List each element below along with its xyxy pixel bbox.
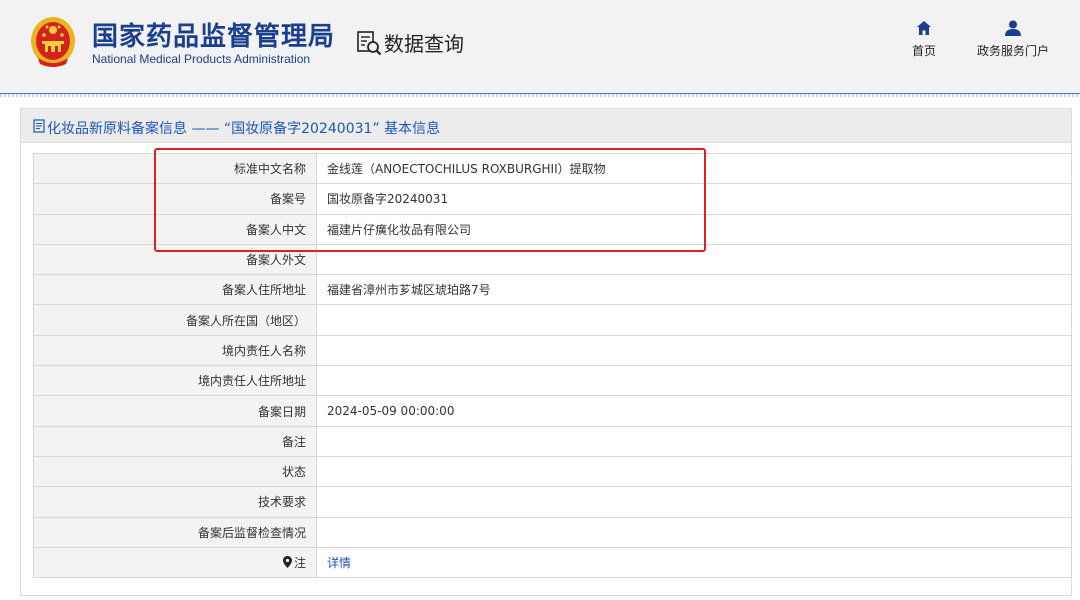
- table-row: 备案人外文: [33, 243, 1072, 276]
- user-icon: [1005, 20, 1021, 36]
- row-value: 福建省漳州市芗城区琥珀路7号: [316, 274, 1072, 306]
- panel-header: 化妆品新原料备案信息 —— “国妆原备字20240031” 基本信息: [21, 109, 1071, 143]
- document-icon: [33, 119, 45, 133]
- note-label: 注: [293, 556, 306, 570]
- row-label: 备案号: [33, 183, 317, 215]
- panel-title: 化妆品新原料备案信息 —— “国妆原备字20240031” 基本信息: [47, 121, 441, 137]
- row-label: 备案人中文: [33, 213, 317, 245]
- note-label-cell: 注: [33, 546, 317, 579]
- national-emblem-icon: [31, 17, 75, 67]
- table-row: 状态: [33, 455, 1072, 488]
- nav-home-label: 首页: [911, 44, 936, 58]
- table-row: 备案后监督检查情况: [33, 516, 1072, 548]
- home-icon: [917, 21, 931, 35]
- note-value-cell: 详情: [316, 546, 1072, 579]
- row-label: 技术要求: [33, 486, 317, 518]
- row-label: 标准中文名称: [33, 152, 317, 185]
- row-value: [316, 243, 1072, 276]
- note-row: 注 详情: [33, 546, 1072, 579]
- row-value: [316, 486, 1072, 518]
- table-row: 备案人所在国（地区）: [33, 304, 1072, 336]
- table-row: 备案人中文 福建片仔癀化妆品有限公司: [33, 213, 1072, 245]
- row-label: 境内责任人名称: [33, 334, 317, 367]
- row-value: [316, 304, 1072, 336]
- row-value: [316, 365, 1072, 397]
- table-row: 境内责任人住所地址: [33, 365, 1072, 397]
- pin-icon: [282, 556, 292, 568]
- row-value: 福建片仔癀化妆品有限公司: [316, 213, 1072, 245]
- table-row: 备案日期 2024-05-09 00:00:00: [33, 395, 1072, 427]
- table-row: 境内责任人名称: [33, 334, 1072, 367]
- row-value: 金线莲（ANOECTOCHILUS ROXBURGHII）提取物: [316, 152, 1072, 185]
- row-label: 境内责任人住所地址: [33, 365, 317, 397]
- nav-portal-label: 政务服务门户: [976, 44, 1049, 58]
- record-info-table: 标准中文名称 金线莲（ANOECTOCHILUS ROXBURGHII）提取物 …: [33, 152, 1072, 579]
- table-row: 备案号 国妆原备字20240031: [33, 183, 1072, 215]
- section-title: 数据查询: [384, 32, 464, 56]
- table-row: 备注: [33, 425, 1072, 457]
- row-value: [316, 425, 1072, 457]
- table-row: 技术要求: [33, 486, 1072, 518]
- nav-service-portal[interactable]: 政务服务门户: [968, 20, 1058, 59]
- row-value: [316, 455, 1072, 488]
- row-label: 备案人所在国（地区）: [33, 304, 317, 336]
- nav-home[interactable]: 首页: [906, 20, 942, 59]
- details-link[interactable]: 详情: [327, 556, 351, 570]
- table-row: 标准中文名称 金线莲（ANOECTOCHILUS ROXBURGHII）提取物: [33, 152, 1072, 185]
- row-value: 国妆原备字20240031: [316, 183, 1072, 215]
- data-query-icon: [357, 31, 382, 56]
- org-name-cn: 国家药品监督管理局: [92, 22, 336, 52]
- row-label: 状态: [33, 455, 317, 488]
- row-label: 备案人住所地址: [33, 274, 317, 306]
- table-row: 备案人住所地址 福建省漳州市芗城区琥珀路7号: [33, 274, 1072, 306]
- header-divider: [0, 94, 1080, 97]
- row-value: [316, 334, 1072, 367]
- site-header: 国家药品监督管理局 National Medical Products Admi…: [0, 0, 1080, 94]
- row-label: 备注: [33, 425, 317, 457]
- row-label: 备案日期: [33, 395, 317, 427]
- org-name-en: National Medical Products Administration: [92, 52, 311, 66]
- row-label: 备案人外文: [33, 243, 317, 276]
- row-value: 2024-05-09 00:00:00: [316, 395, 1072, 427]
- row-label: 备案后监督检查情况: [33, 516, 317, 548]
- row-value: [316, 516, 1072, 548]
